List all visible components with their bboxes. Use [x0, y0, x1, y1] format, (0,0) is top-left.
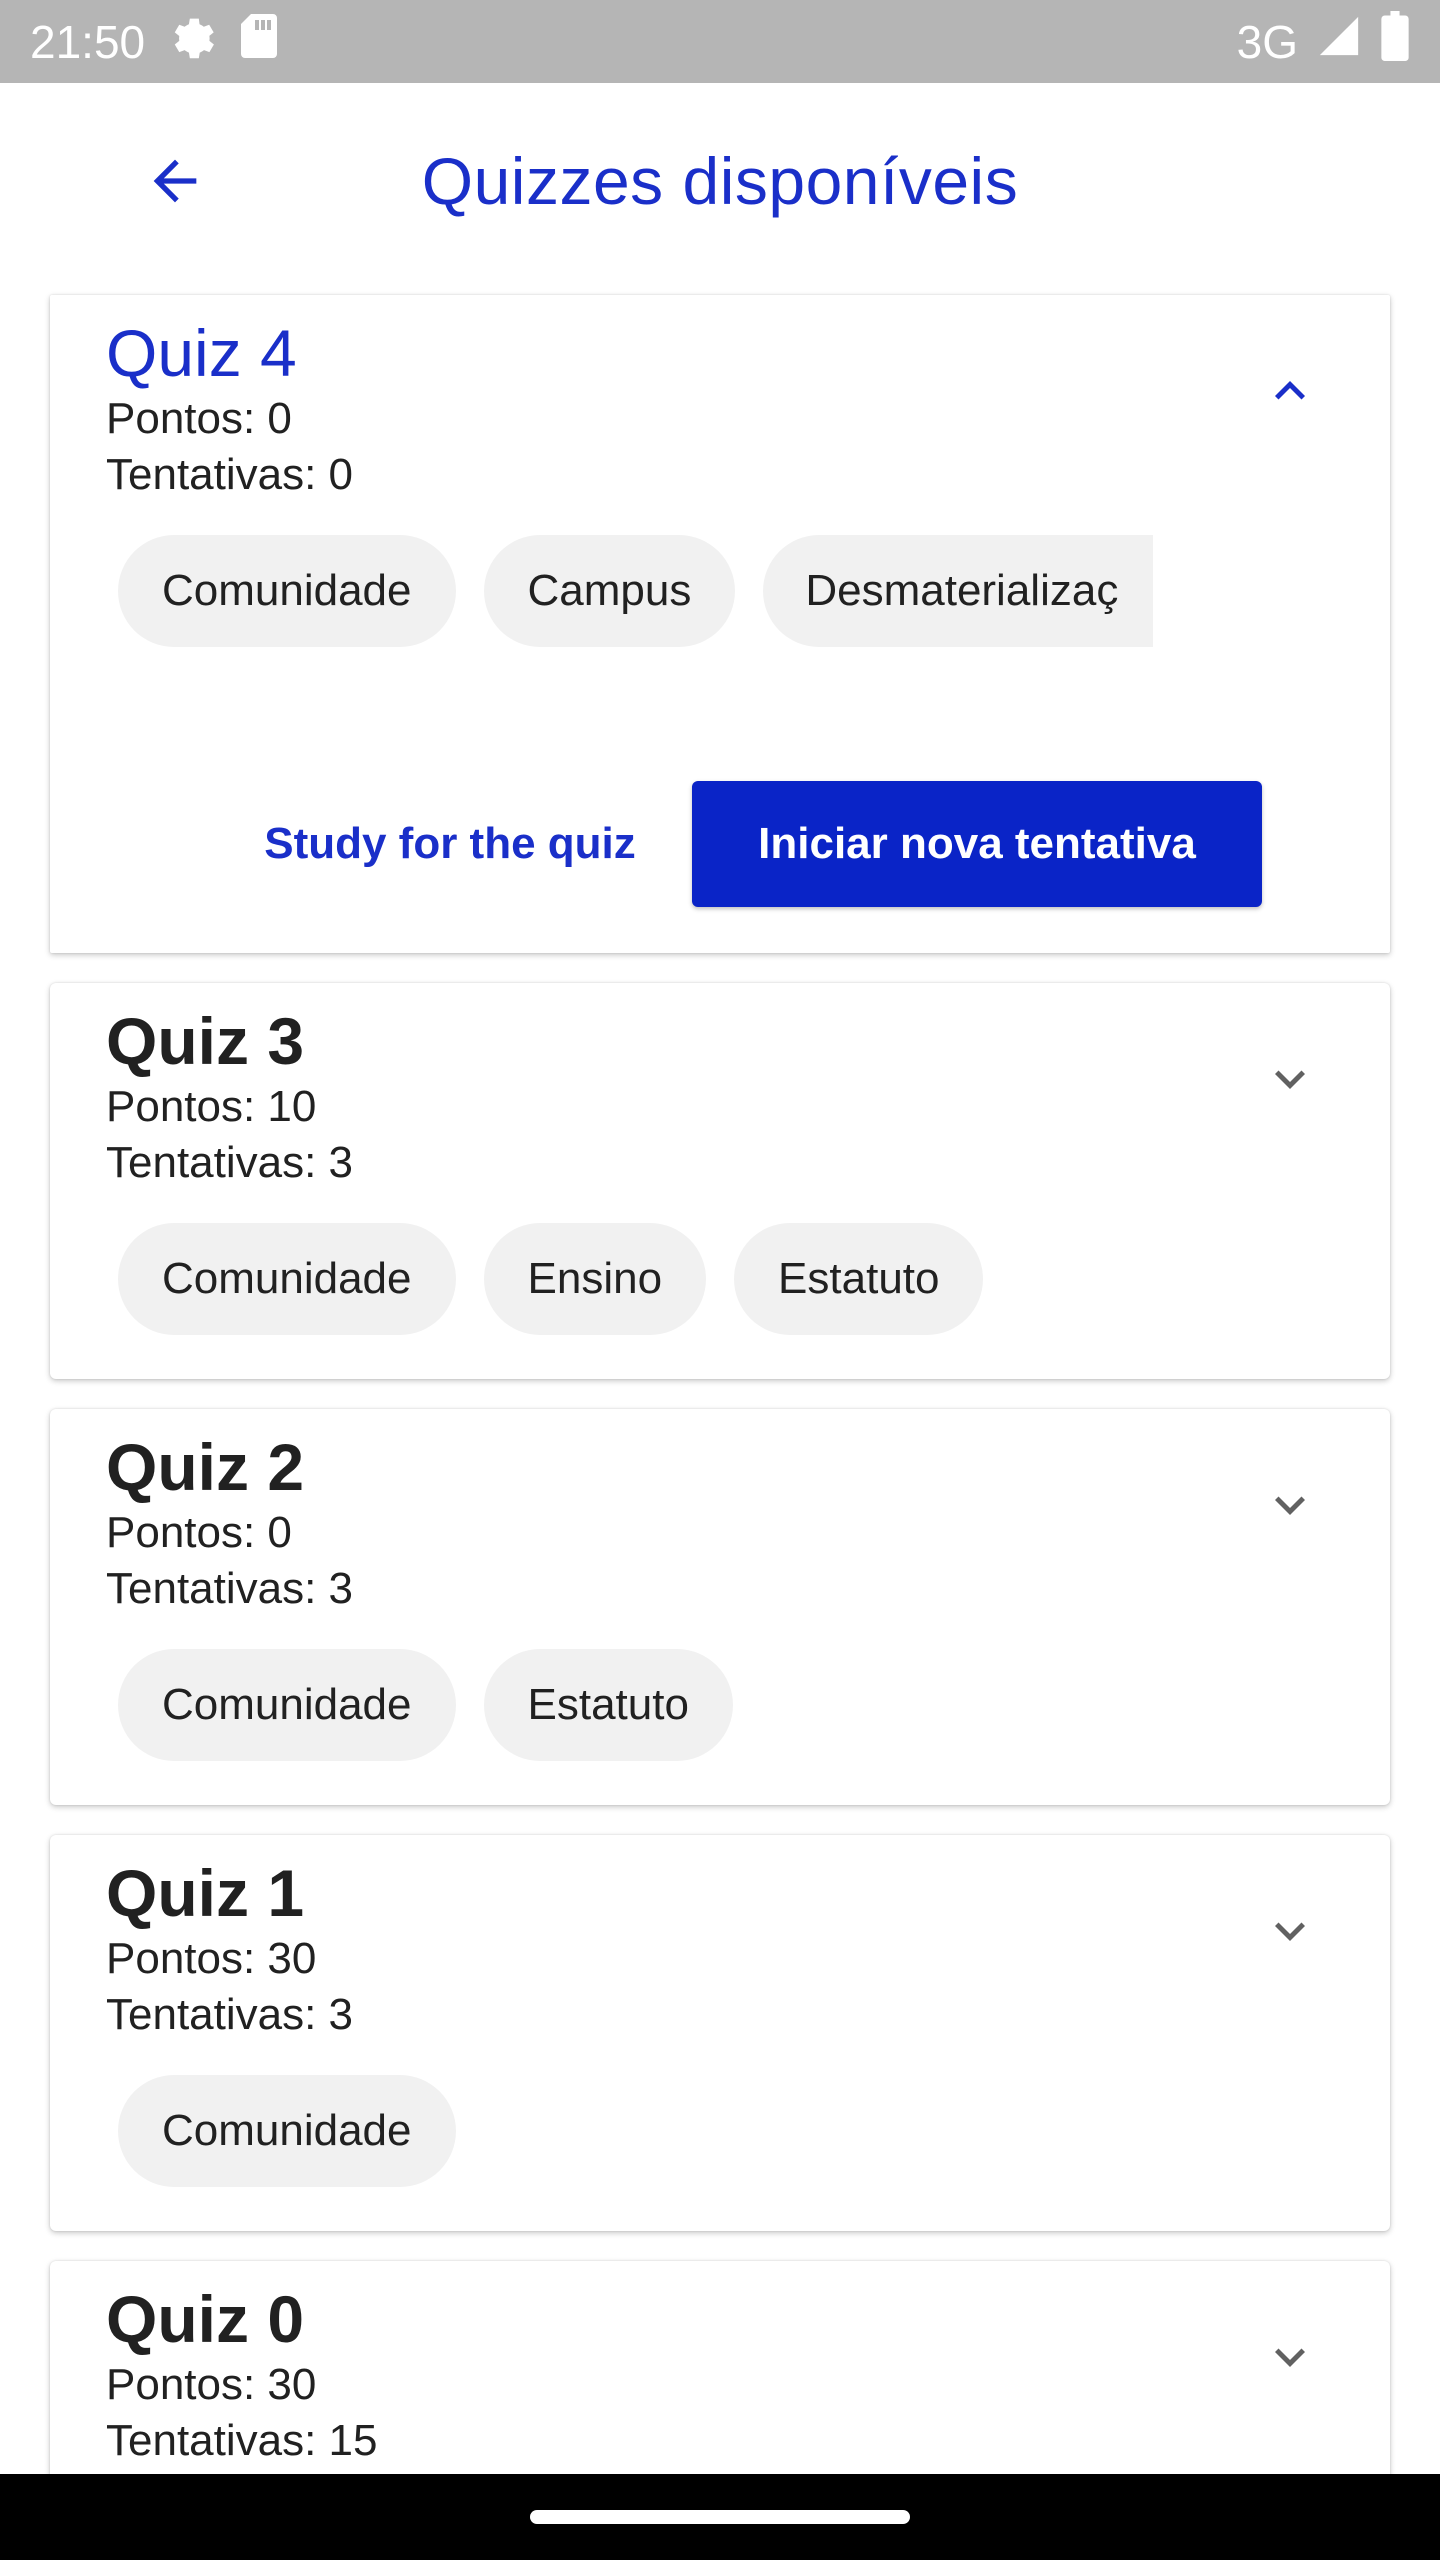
quiz-points: Pontos: 0 — [106, 394, 292, 443]
signal-icon — [1316, 13, 1362, 70]
tag-list: Comunidade Estatuto — [50, 1617, 1390, 1761]
quiz-attempts: Tentativas: 15 — [106, 2416, 378, 2465]
tag-chip[interactable]: Campus — [483, 535, 736, 647]
expand-button[interactable] — [1250, 1893, 1330, 1973]
settings-gear-icon — [167, 11, 217, 72]
tag-chip[interactable]: Comunidade — [118, 1649, 456, 1761]
quiz-card-4[interactable]: Quiz 4 Pontos: 0 Tentativas: 0 Comunidad… — [50, 295, 1390, 953]
tag-chip[interactable]: Comunidade — [118, 535, 456, 647]
status-bar: 21:50 3G — [0, 0, 1440, 83]
tag-chip[interactable]: Estatuto — [483, 1649, 733, 1761]
quiz-card-header[interactable]: Quiz 2 Pontos: 0 Tentativas: 3 — [50, 1409, 1390, 1617]
quiz-points: Pontos: 30 — [106, 2360, 317, 2409]
chevron-down-icon — [1260, 1901, 1320, 1966]
screen: 21:50 3G Quizzes disponíveis Quiz 4 Pont… — [0, 0, 1440, 2560]
start-attempt-button[interactable]: Iniciar nova tentativa — [692, 781, 1262, 907]
quiz-title: Quiz 4 — [106, 316, 297, 390]
collapse-button[interactable] — [1250, 353, 1330, 433]
status-network: 3G — [1236, 15, 1298, 68]
quiz-title: Quiz 1 — [106, 1856, 305, 1930]
page-title: Quizzes disponíveis — [421, 144, 1019, 218]
tag-chip[interactable]: Estatuto — [734, 1223, 984, 1335]
quiz-points: Pontos: 0 — [106, 1508, 292, 1557]
expand-button[interactable] — [1250, 1467, 1330, 1547]
tag-list: Comunidade Ensino Estatuto — [50, 1191, 1390, 1335]
quiz-card-header[interactable]: Quiz 3 Pontos: 10 Tentativas: 3 — [50, 983, 1390, 1191]
tag-chip[interactable]: Desmaterializaç — [763, 535, 1154, 647]
quiz-title: Quiz 2 — [106, 1430, 305, 1504]
chevron-down-icon — [1260, 2327, 1320, 2392]
status-time: 21:50 — [30, 15, 146, 68]
quiz-card-header[interactable]: Quiz 1 Pontos: 30 Tentativas: 3 — [50, 1835, 1390, 2043]
home-gesture-handle[interactable] — [530, 2510, 910, 2524]
quiz-attempts: Tentativas: 3 — [106, 1564, 354, 1613]
expand-button[interactable] — [1250, 2319, 1330, 2399]
quiz-attempts: Tentativas: 3 — [106, 1138, 354, 1187]
tag-chip[interactable]: Comunidade — [118, 2075, 456, 2187]
app-bar: Quizzes disponíveis — [0, 83, 1440, 281]
quiz-card-2[interactable]: Quiz 2 Pontos: 0 Tentativas: 3 Comunidad… — [50, 1409, 1390, 1805]
sd-card-icon — [239, 12, 279, 71]
quiz-actions: Study for the quiz Iniciar nova tentativ… — [50, 647, 1390, 953]
navigation-bar — [0, 2474, 1440, 2560]
tag-chip[interactable]: Ensino — [483, 1223, 707, 1335]
quiz-card-1[interactable]: Quiz 1 Pontos: 30 Tentativas: 3 Comunida… — [50, 1835, 1390, 2231]
tag-list: Comunidade Campus Desmaterializaç — [50, 503, 1390, 647]
quiz-attempts: Tentativas: 3 — [106, 1990, 354, 2039]
battery-icon — [1380, 11, 1410, 72]
quiz-attempts: Tentativas: 0 — [106, 450, 354, 499]
expand-button[interactable] — [1250, 1041, 1330, 1121]
quiz-points: Pontos: 10 — [106, 1082, 317, 1131]
quiz-points: Pontos: 30 — [106, 1934, 317, 1983]
quiz-card-header[interactable]: Quiz 4 Pontos: 0 Tentativas: 0 — [50, 295, 1390, 503]
tag-chip[interactable]: Comunidade — [118, 1223, 456, 1335]
quiz-title: Quiz 0 — [106, 2282, 305, 2356]
quiz-list: Quiz 4 Pontos: 0 Tentativas: 0 Comunidad… — [50, 295, 1390, 2560]
quiz-title: Quiz 3 — [106, 1004, 305, 1078]
quiz-card-header[interactable]: Quiz 0 Pontos: 30 Tentativas: 15 — [50, 2261, 1390, 2469]
study-button[interactable]: Study for the quiz — [210, 781, 690, 907]
tag-list: Comunidade — [50, 2043, 1390, 2187]
chevron-up-icon — [1260, 361, 1320, 426]
chevron-down-icon — [1260, 1475, 1320, 1540]
quiz-card-3[interactable]: Quiz 3 Pontos: 10 Tentativas: 3 Comunida… — [50, 983, 1390, 1379]
chevron-down-icon — [1260, 1049, 1320, 1114]
